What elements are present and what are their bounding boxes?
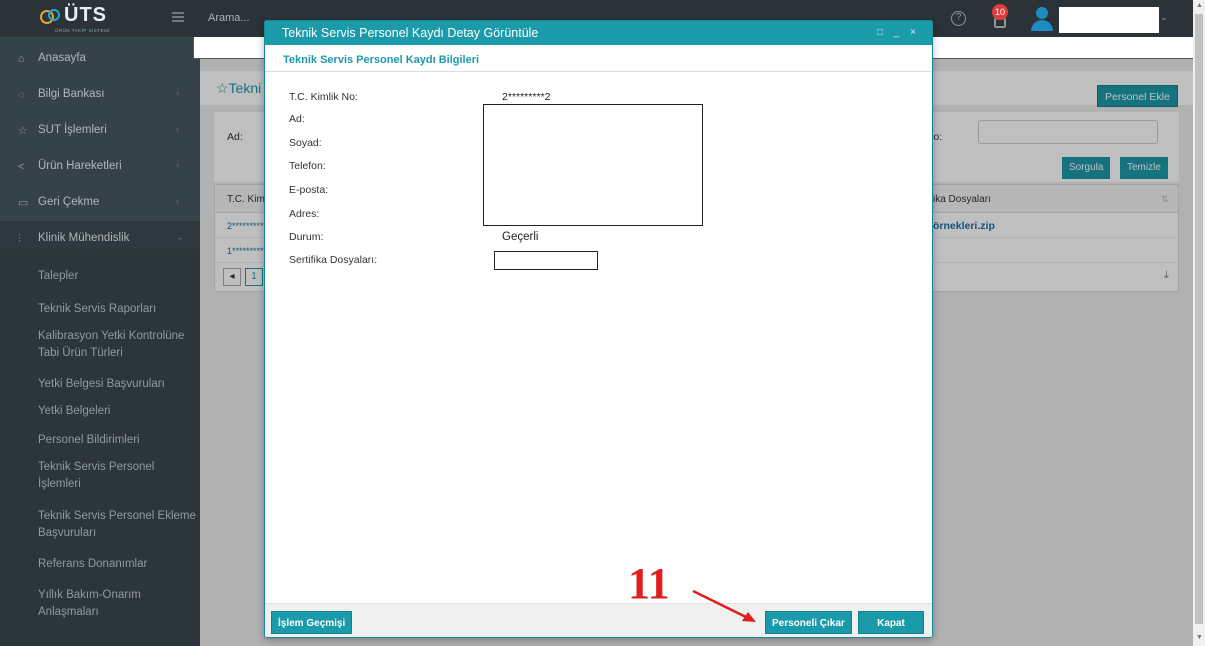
sidebar-item-urun-hareketleri[interactable]: < Ürün Hareketleri ‹ (0, 149, 200, 185)
section-divider (265, 71, 932, 72)
chevron-left-icon: ‹ (176, 160, 180, 171)
field-label-telefon: Telefon: (289, 160, 326, 172)
uts-logo[interactable]: ÜTS ÜRÜN TAKİP SİSTEMİ (40, 4, 130, 34)
submenu-item-teknik-servis-raporlari[interactable]: Teknik Servis Raporları (38, 301, 198, 318)
modal-footer: İşlem Geçmişi Personeli Çıkar Kapat (265, 603, 932, 637)
field-value-tc: 2*********2 (502, 91, 551, 103)
sidebar-submenu: Talepler Teknik Servis Raporları Kalibra… (0, 255, 200, 646)
notification-count-badge: 10 (992, 4, 1008, 20)
field-label-tc: T.C. Kimlik No: (289, 91, 358, 103)
detail-modal: Teknik Servis Personel Kaydı Detay Görün… (264, 20, 933, 638)
notifications-bell-icon[interactable]: 10 (990, 4, 1012, 32)
remove-personnel-button[interactable]: Personeli Çıkar (765, 611, 852, 634)
search-input[interactable]: Arama... (208, 12, 250, 24)
submenu-item-yetki-belgeleri[interactable]: Yetki Belgeleri (38, 403, 198, 420)
field-label-eposta: E-posta: (289, 184, 329, 196)
scrollbar-thumb[interactable] (1195, 14, 1203, 624)
sidebar-item-bilgi-bankasi[interactable]: ◌ Bilgi Bankası ‹ (0, 77, 200, 113)
sidebar-item-sut-islemleri[interactable]: ☆ SUT İşlemleri ‹ (0, 113, 200, 149)
chevron-left-icon: ‹ (176, 88, 180, 99)
submenu-item-referans-donanimlar[interactable]: Referans Donanımlar (38, 556, 198, 573)
field-label-sertifika: Sertifika Dosyaları: (289, 254, 378, 266)
share-icon: < (18, 161, 25, 173)
logo-mark-icon (40, 9, 60, 24)
sidebar-item-label: Geri Çekme (38, 196, 100, 208)
scroll-down-icon[interactable]: ▼ (1196, 634, 1203, 641)
submenu-item-personel-ekleme-basvurulari[interactable]: Teknik Servis Personel Ekleme Başvurular… (38, 508, 198, 542)
sidebar: ⌂ Anasayfa ◌ Bilgi Bankası ‹ ☆ SUT İşlem… (0, 37, 200, 646)
page-scrollbar[interactable]: ▲ ▼ (1193, 0, 1205, 646)
chevron-down-icon: ⌄ (176, 232, 185, 243)
section-title: Teknik Servis Personel Kaydı Bilgileri (283, 54, 480, 66)
scroll-up-icon[interactable]: ▲ (1196, 2, 1203, 9)
logo-subtitle: ÜRÜN TAKİP SİSTEMİ (55, 28, 111, 33)
avatar-body (1031, 20, 1053, 31)
step-annotation-number: 11 (628, 559, 670, 608)
submenu-item-teknik-servis-personel-islemleri[interactable]: Teknik Servis Personel İşlemleri (38, 459, 198, 493)
submenu-item-yetki-belgesi-basvurulari[interactable]: Yetki Belgesi Başvuruları (38, 376, 198, 393)
avatar-head (1036, 7, 1048, 19)
field-label-ad: Ad: (289, 113, 305, 125)
help-icon[interactable]: ? (951, 11, 966, 26)
app-window: ÜTS ÜRÜN TAKİP SİSTEMİ Arama... ? 10 ⌄ ⌂… (0, 0, 1195, 646)
sliders-icon: ⫶ (18, 233, 21, 245)
history-button[interactable]: İşlem Geçmişi (271, 611, 353, 634)
sidebar-item-anasayfa[interactable]: ⌂ Anasayfa (0, 41, 200, 77)
star-icon: ☆ (18, 125, 28, 137)
sidebar-item-label: Anasayfa (38, 52, 86, 64)
submenu-item-yillik-bakim-onarim[interactable]: Yıllık Bakım-Onarım Anlaşmaları (38, 587, 198, 621)
user-name-redacted[interactable] (1059, 7, 1159, 33)
sidebar-item-label: Klinik Mühendislik (38, 232, 130, 244)
lightbulb-icon: ◌ (18, 89, 25, 101)
modal-header[interactable]: Teknik Servis Personel Kaydı Detay Görün… (265, 21, 932, 45)
sidebar-item-klinik-muhendislik[interactable]: ⫶ Klinik Mühendislik ⌄ (0, 221, 200, 257)
modal-title: Teknik Servis Personel Kaydı Detay Görün… (282, 26, 539, 40)
close-button[interactable]: Kapat (858, 611, 924, 634)
field-label-adres: Adres: (289, 208, 320, 220)
redacted-personal-info (483, 104, 703, 226)
sidebar-item-geri-cekme[interactable]: ▭ Geri Çekme ‹ (0, 185, 200, 221)
sidebar-item-label: SUT İşlemleri (38, 124, 107, 136)
window-controls-icon[interactable]: □ _ × (877, 27, 920, 38)
user-avatar-icon[interactable] (1030, 7, 1054, 31)
monitor-icon: ▭ (18, 197, 29, 209)
chevron-left-icon: ‹ (176, 196, 180, 207)
brand-area: ÜTS ÜRÜN TAKİP SİSTEMİ (0, 0, 200, 37)
field-label-durum: Durum: (289, 231, 324, 243)
sidebar-item-label: Ürün Hareketleri (38, 160, 122, 172)
chevron-left-icon: ‹ (176, 124, 180, 135)
chevron-down-icon[interactable]: ⌄ (1160, 12, 1168, 23)
field-label-soyad: Soyad: (289, 137, 322, 149)
menu-toggle-icon[interactable] (172, 12, 184, 22)
redacted-certificate-files[interactable] (494, 251, 598, 270)
logo-text: ÜTS (64, 4, 107, 26)
home-icon: ⌂ (18, 53, 25, 65)
annotation-arrow-icon (692, 589, 756, 622)
sidebar-item-label: Bilgi Bankası (38, 88, 105, 100)
field-value-durum: Geçerli (502, 231, 539, 243)
submenu-item-personel-bildirimleri[interactable]: Personel Bildirimleri (38, 432, 198, 449)
submenu-item-kalibrasyon[interactable]: Kalibrasyon Yetki Kontrolüne Tabi Ürün T… (38, 328, 198, 362)
submenu-item-talepler[interactable]: Talepler (38, 268, 198, 285)
